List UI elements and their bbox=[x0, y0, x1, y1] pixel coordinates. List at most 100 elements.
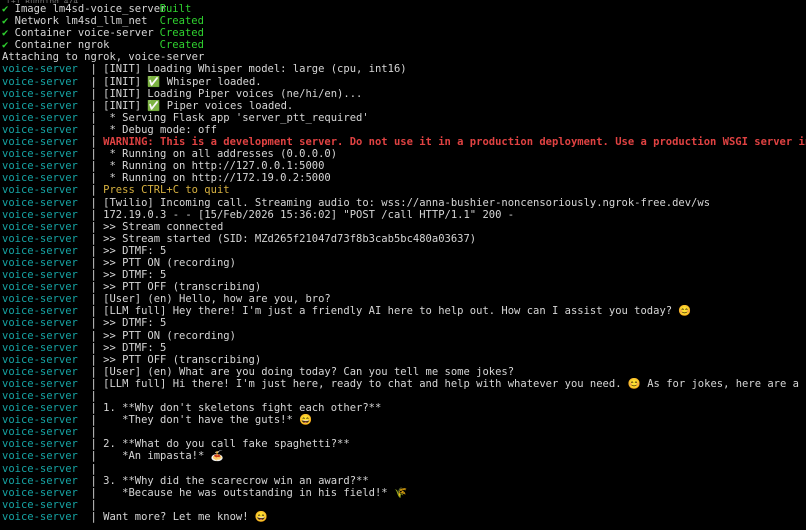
log-output[interactable]: voice-server | [INIT] Loading Whisper mo… bbox=[0, 63, 806, 523]
log-separator: | bbox=[77, 486, 104, 499]
log-prefix: voice-server bbox=[2, 462, 78, 475]
log-message: *They don't have the guts!* 😄 bbox=[103, 414, 313, 427]
log-prefix: voice-server bbox=[2, 63, 78, 76]
log-message: * Running on http://172.19.0.2:5000 bbox=[103, 172, 331, 185]
status-label: Image lm4sd-voice_server bbox=[14, 3, 167, 15]
log-prefix: voice-server bbox=[2, 450, 78, 463]
log-message: [INIT] Loading Whisper model: large (cpu… bbox=[103, 63, 407, 76]
log-prefix: voice-server bbox=[2, 172, 78, 185]
log-message: [INIT] ✅ Piper voices loaded. bbox=[103, 99, 294, 112]
log-message: >> DTMF: 5 bbox=[103, 341, 167, 354]
log-prefix: voice-server bbox=[2, 244, 78, 257]
check-icon: ✔ bbox=[2, 27, 9, 40]
log-line: voice-server | [INIT] ✅ Whisper loaded. bbox=[0, 76, 806, 88]
log-line: voice-server | >> DTMF: 5 bbox=[0, 269, 806, 281]
log-separator: | bbox=[77, 232, 104, 245]
log-separator: | bbox=[77, 244, 104, 257]
log-separator: | bbox=[77, 510, 104, 523]
log-prefix: voice-server bbox=[2, 75, 78, 88]
log-prefix: voice-server bbox=[2, 232, 78, 245]
log-message: >> PTT OFF (transcribing) bbox=[103, 281, 262, 294]
status-row: ✔ Network lm4sd_llm_net Created bbox=[0, 15, 806, 27]
log-message: Press CTRL+C to quit bbox=[103, 184, 230, 197]
log-line: voice-server | *An impasta!* 🍝 bbox=[0, 450, 806, 462]
log-line: voice-server | 172.19.0.3 - - [15/Feb/20… bbox=[0, 209, 806, 221]
log-prefix: voice-server bbox=[2, 486, 78, 499]
log-line: voice-server | *Because he was outstandi… bbox=[0, 487, 806, 499]
log-message: *An impasta!* 🍝 bbox=[103, 450, 224, 463]
log-separator: | bbox=[77, 136, 104, 149]
log-message: WARNING: This is a development server. D… bbox=[103, 136, 806, 149]
log-message: [INIT] Loading Piper voices (ne/hi/en)..… bbox=[103, 87, 363, 100]
log-separator: | bbox=[77, 365, 104, 378]
log-separator: | bbox=[77, 160, 104, 173]
log-separator: | bbox=[77, 390, 104, 402]
log-separator: | bbox=[77, 462, 104, 475]
log-line: voice-server | [Twilio] Incoming call. S… bbox=[0, 197, 806, 209]
log-line: voice-server | >> Stream connected bbox=[0, 221, 806, 233]
log-line: voice-server | [LLM full] Hi there! I'm … bbox=[0, 378, 806, 390]
log-line: voice-server | >> PTT ON (recording) bbox=[0, 257, 806, 269]
log-line: voice-server | 3. **Why did the scarecro… bbox=[0, 475, 806, 487]
log-line: voice-server | [INIT] ✅ Piper voices loa… bbox=[0, 100, 806, 112]
log-separator: | bbox=[77, 256, 104, 269]
terminal-window[interactable]: [+] Running 4/4 ✔ Image lm4sd-voice_serv… bbox=[0, 0, 806, 530]
log-line: voice-server | >> PTT OFF (transcribing) bbox=[0, 281, 806, 293]
log-message: * Running on all addresses (0.0.0.0) bbox=[103, 148, 338, 161]
status-row: ✔ Container ngrok Created bbox=[0, 39, 806, 51]
log-separator: | bbox=[77, 75, 104, 88]
log-message: *Because he was outstanding in his field… bbox=[103, 486, 408, 499]
log-message: * Debug mode: off bbox=[103, 123, 217, 136]
log-message: * Serving Flask app 'server_ptt_required… bbox=[103, 111, 369, 124]
log-separator: | bbox=[77, 111, 104, 124]
log-prefix: voice-server bbox=[2, 510, 78, 523]
log-message: Want more? Let me know! 😄 bbox=[103, 510, 268, 523]
check-icon: ✔ bbox=[2, 15, 9, 28]
log-line: voice-server | >> PTT ON (recording) bbox=[0, 330, 806, 342]
log-prefix: voice-server bbox=[2, 87, 78, 100]
status-label: Container ngrok bbox=[14, 39, 110, 52]
log-line: voice-server | * Running on http://172.1… bbox=[0, 172, 806, 184]
log-separator: | bbox=[77, 99, 104, 112]
log-separator: | bbox=[77, 474, 104, 487]
log-separator: | bbox=[77, 438, 104, 451]
log-line: voice-server | >> DTMF: 5 bbox=[0, 317, 806, 329]
log-line: voice-server | 1. **Why don't skeletons … bbox=[0, 402, 806, 414]
log-message: [Twilio] Incoming call. Streaming audio … bbox=[103, 196, 711, 209]
check-icon: ✔ bbox=[2, 39, 9, 52]
log-line: voice-server | bbox=[0, 426, 806, 438]
status-value: Created bbox=[159, 27, 204, 40]
log-message: >> DTMF: 5 bbox=[103, 244, 167, 257]
log-message: 3. **Why did the scarecrow win an award?… bbox=[103, 474, 369, 487]
log-prefix: voice-server bbox=[2, 353, 78, 366]
status-value: Built bbox=[159, 3, 192, 15]
log-prefix: voice-server bbox=[2, 329, 78, 342]
log-prefix: voice-server bbox=[2, 414, 78, 427]
log-prefix: voice-server bbox=[2, 438, 78, 451]
log-prefix: voice-server bbox=[2, 99, 78, 112]
log-prefix: voice-server bbox=[2, 317, 78, 330]
log-prefix: voice-server bbox=[2, 208, 78, 221]
log-message: * Running on http://127.0.0.1:5000 bbox=[103, 160, 325, 173]
log-prefix: voice-server bbox=[2, 281, 78, 294]
log-line: voice-server | * Debug mode: off bbox=[0, 124, 806, 136]
log-prefix: voice-server bbox=[2, 341, 78, 354]
log-message: >> DTMF: 5 bbox=[103, 269, 167, 282]
log-prefix: voice-server bbox=[2, 256, 78, 269]
log-line: voice-server | WARNING: This is a develo… bbox=[0, 136, 806, 148]
log-prefix: voice-server bbox=[2, 402, 78, 415]
log-separator: | bbox=[77, 184, 104, 197]
log-separator: | bbox=[77, 414, 104, 427]
log-line: voice-server | [LLM full] Hey there! I'm… bbox=[0, 305, 806, 317]
log-line: voice-server | >> DTMF: 5 bbox=[0, 342, 806, 354]
log-message: >> Stream started (SID: MZd265f21047d73f… bbox=[103, 232, 477, 245]
log-message: >> PTT ON (recording) bbox=[103, 329, 236, 342]
log-message: 2. **What do you call fake spaghetti?** bbox=[103, 438, 350, 451]
log-line: voice-server | [User] (en) Hello, how ar… bbox=[0, 293, 806, 305]
log-message: 1. **Why don't skeletons fight each othe… bbox=[103, 402, 382, 415]
log-line: voice-server | [INIT] Loading Piper voic… bbox=[0, 88, 806, 100]
log-line: voice-server | Press CTRL+C to quit bbox=[0, 184, 806, 196]
log-message: [LLM full] Hi there! I'm just here, read… bbox=[103, 377, 806, 390]
log-line: voice-server | bbox=[0, 499, 806, 511]
log-separator: | bbox=[77, 87, 104, 100]
